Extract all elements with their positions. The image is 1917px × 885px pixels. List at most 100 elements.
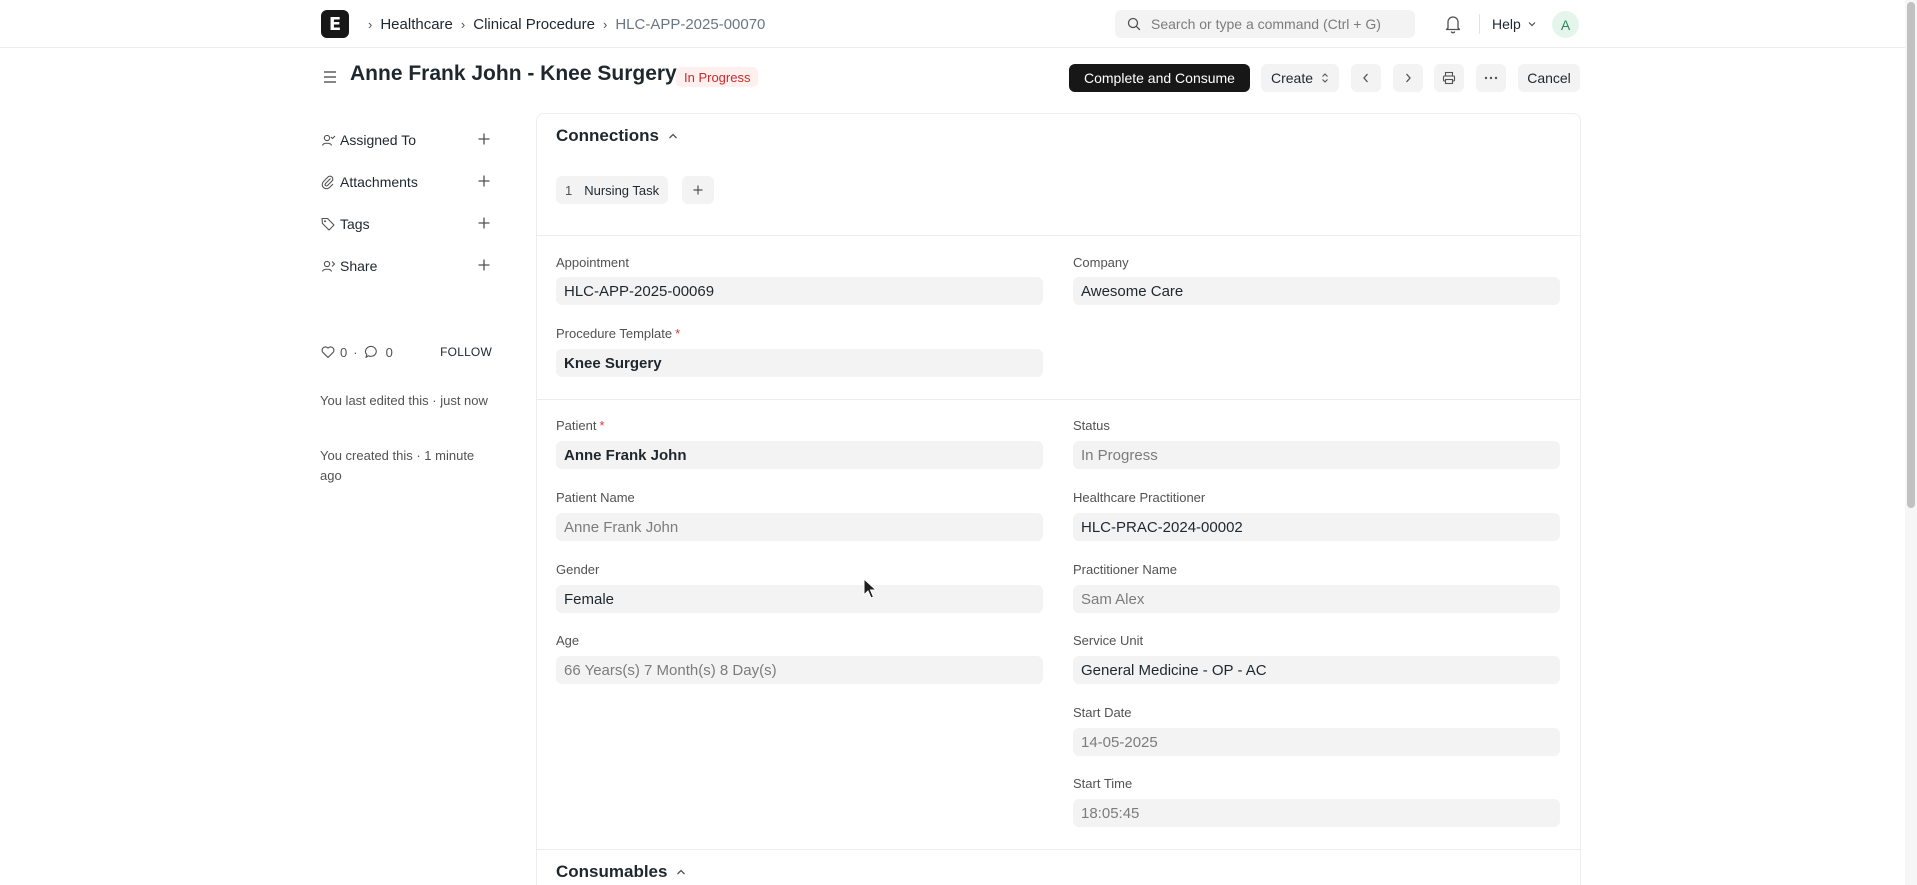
form-card [536,113,1581,885]
previous-doc-button[interactable] [1351,64,1381,92]
create-dropdown-button[interactable]: Create [1261,64,1339,92]
connection-count: 1 [565,182,573,198]
practitioner-name-field: Sam Alex [1073,585,1560,613]
help-label: Help [1492,16,1521,32]
hamburger-menu-icon[interactable] [321,68,339,86]
share-icon [321,260,336,272]
healthcare-practitioner-field[interactable]: HLC-PRAC-2024-00002 [1073,513,1560,541]
comment-icon[interactable] [364,344,380,360]
appointment-field[interactable]: HLC-APP-2025-00069 [556,277,1043,305]
status-badge: In Progress [676,67,759,87]
sidebar-item-assigned-to[interactable]: Assigned To [320,129,492,151]
search-bar[interactable] [1115,10,1415,38]
section-divider [537,399,1580,400]
create-label: Create [1270,70,1314,86]
age-label: Age [556,633,580,648]
sidebar-item-label: Tags [340,216,370,232]
plus-icon[interactable] [476,257,492,273]
follow-button[interactable]: FOLLOW [440,345,492,359]
connections-section-header[interactable]: Connections [556,126,679,146]
start-time-label: Start Time [1073,776,1133,791]
chevron-up-icon [677,869,686,875]
sidebar-item-share[interactable]: Share [320,255,492,277]
service-unit-label: Service Unit [1073,633,1144,648]
chevron-up-icon [668,133,677,139]
required-indicator: * [599,418,605,433]
chevron-right-icon [1406,73,1411,83]
search-icon [1127,17,1141,31]
breadcrumb-clinical-procedure[interactable]: Clinical Procedure [473,16,595,33]
activity-last-edited: You last edited this · just now [320,393,488,408]
print-button[interactable] [1434,64,1464,92]
plus-icon [693,185,703,195]
status-field: In Progress [1073,441,1560,469]
gender-field[interactable]: Female [556,585,1043,613]
app-logo[interactable]: E [321,10,349,38]
search-input[interactable] [1151,16,1401,32]
like-count: 0 [340,344,348,360]
logo-letter: E [328,13,342,35]
avatar-initial: A [1560,16,1571,33]
chevron-right-icon: › [460,16,466,32]
connection-nursing-task[interactable]: 1 Nursing Task [556,176,669,204]
chevron-right-icon: › [368,16,373,32]
next-doc-button[interactable] [1393,64,1423,92]
healthcare-practitioner-label: Healthcare Practitioner [1073,490,1206,505]
consumables-section-header[interactable]: Consumables [556,862,687,882]
procedure-template-label-text: Procedure Template [556,326,673,341]
patient-label: Patient * [556,418,605,433]
breadcrumb: › Healthcare › Clinical Procedure › HLC-… [360,14,765,34]
patient-field[interactable]: Anne Frank John [556,441,1043,469]
paperclip-icon [321,175,334,190]
start-date-field: 14-05-2025 [1073,728,1560,756]
procedure-template-field[interactable]: Knee Surgery [556,349,1043,377]
sidebar-item-label: Share [340,258,378,274]
tag-icon [321,217,335,231]
breadcrumb-current-doc[interactable]: HLC-APP-2025-00070 [615,16,765,33]
connection-label: Nursing Task [584,182,660,198]
social-bar: 0 · 0 FOLLOW [320,343,492,361]
start-time-field: 18:05:45 [1073,799,1560,827]
procedure-template-label: Procedure Template * [556,326,680,341]
plus-icon[interactable] [476,131,492,147]
patient-name-label: Patient Name [556,490,635,505]
patient-label-text: Patient [556,418,597,433]
gender-label: Gender [556,562,600,577]
sidebar-item-tags[interactable]: Tags [320,213,492,235]
breadcrumb-healthcare[interactable]: Healthcare [380,16,453,33]
chevron-left-icon [1363,73,1368,83]
activity-created: You created this · 1 minute ago [320,448,475,483]
up-down-chevron-icon [1322,73,1328,83]
plus-icon[interactable] [476,173,492,189]
top-navbar: E › Healthcare › Clinical Procedure › HL… [0,0,1905,48]
complete-and-consume-button[interactable]: Complete and Consume [1069,64,1250,92]
status-label: Status [1073,418,1110,433]
chevron-right-icon: › [602,16,608,32]
comment-count: 0 [385,344,393,360]
avatar[interactable]: A [1552,11,1579,38]
sidebar-item-label: Assigned To [340,132,417,148]
assign-icon [321,134,336,146]
more-actions-button[interactable] [1476,64,1506,92]
company-field[interactable]: Awesome Care [1073,277,1560,305]
company-label: Company [1073,255,1129,270]
bell-icon[interactable] [1443,13,1463,35]
sidebar-item-attachments[interactable]: Attachments [320,171,492,193]
dot-separator: · [353,344,358,360]
practitioner-name-label: Practitioner Name [1073,562,1178,577]
plus-icon[interactable] [476,215,492,231]
add-connection-button[interactable] [682,176,714,204]
heart-icon[interactable] [320,344,336,360]
help-dropdown[interactable]: Help [1492,14,1537,34]
appointment-label: Appointment [556,255,629,270]
scrollbar-thumb[interactable] [1907,2,1915,508]
patient-name-field: Anne Frank John [556,513,1043,541]
mouse-cursor-icon [863,578,877,599]
required-indicator: * [675,326,681,341]
ellipsis-icon [1484,76,1498,80]
service-unit-field[interactable]: General Medicine - OP - AC [1073,656,1560,684]
age-field: 66 Years(s) 7 Month(s) 8 Day(s) [556,656,1043,684]
connections-title: Connections [556,126,659,145]
cancel-button[interactable]: Cancel [1518,64,1580,92]
page-scrollbar[interactable] [1905,0,1917,885]
